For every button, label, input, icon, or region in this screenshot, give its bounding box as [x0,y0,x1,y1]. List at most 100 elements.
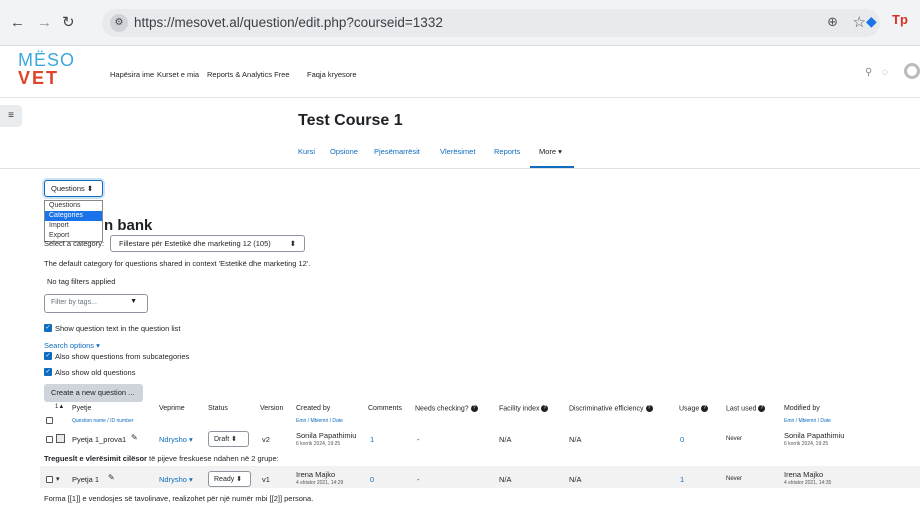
bookmark-star-icon[interactable]: ☆ [853,13,866,31]
column-needs-checking-label: Needs checking? [415,405,469,413]
question-type-icon [56,434,65,443]
url-text[interactable]: https://mesovet.al/question/edit.php?cou… [134,15,443,30]
edit-menu[interactable]: Ndrysho ▾ [159,475,193,484]
column-question[interactable]: Pyetje [72,405,91,412]
column-usage: Usage ? [679,405,709,412]
tag-filter-placeholder: Filter by tags... [51,299,97,306]
column-created-sub[interactable]: Emri / Mbiemri / Date [296,418,343,424]
last-used-value: Never [726,476,743,482]
needs-checking-value: - [417,475,420,484]
menu-option-questions[interactable]: Questions [45,201,102,211]
show-text-checkbox[interactable]: ✓ [44,324,52,332]
search-icon[interactable]: ⚲ [865,67,872,78]
tab-divider [0,168,920,169]
tab-grades[interactable]: Vlerësimet [440,147,475,156]
category-label: Select a category: [44,239,105,248]
question-bank-nav-value: Questions [51,184,85,193]
nav-link-my-courses[interactable]: Kurset e mia [157,70,199,79]
tag-filter-input[interactable]: Filter by tags... ▼ [44,294,148,313]
menu-option-import[interactable]: Import [45,221,102,231]
nav-link-dashboard[interactable]: Hapësira ime [110,70,154,79]
help-icon[interactable]: ? [645,405,653,412]
site-navbar: MËSO VET Hapësira ime Kurset e mia Repor… [0,47,920,98]
column-status[interactable]: Status [208,405,228,412]
help-icon[interactable]: ? [541,405,549,412]
category-description: The default category for questions share… [44,259,311,268]
column-last-used-label: Last used [726,405,757,413]
category-select[interactable]: Fillestare për Estetikë dhe marketing 12… [110,235,305,252]
facility-value: N/A [499,435,512,444]
subcategories-checkbox[interactable]: ✓ [44,352,52,360]
menu-option-categories[interactable]: Categories [45,211,102,221]
nav-link-home[interactable]: Faqja kryesore [307,70,357,79]
question-version: v1 [262,475,270,484]
drawer-toggle-icon[interactable]: ≡ [0,105,22,127]
subcategories-label: Also show questions from subcategories [55,352,190,361]
search-options-toggle[interactable]: Search options ▾ [44,341,100,350]
forward-arrow-icon[interactable]: → [37,15,52,31]
question-text-rest: të pijeve freskuese ndahen në 2 grupe: [146,454,279,463]
pencil-icon[interactable]: ✎ [108,473,115,482]
usage-count[interactable]: 0 [680,435,684,444]
tp-extension-icon[interactable]: Tp [892,12,908,27]
reload-icon[interactable]: ↻ [62,15,75,31]
usage-count[interactable]: 1 [680,475,684,484]
tab-more[interactable]: More ▾ [539,147,562,156]
tab-participants[interactable]: Pjesëmarrësit [374,147,420,156]
back-arrow-icon[interactable]: ← [10,15,25,31]
extension-icon[interactable]: ◆ [866,13,877,30]
status-select[interactable]: Draft ⬍ [208,431,249,447]
sort-indicator[interactable]: 1▲ [55,404,64,410]
facility-value: N/A [499,475,512,484]
browser-toolbar: ← → ↻ ⚙ https://mesovet.al/question/edit… [0,0,920,46]
show-text-label: Show question text in the question list [55,324,181,333]
nav-link-reports[interactable]: Reports & Analytics Free [207,70,290,79]
column-comments[interactable]: Comments [368,405,402,412]
creator-name: Irena Majko [296,470,336,479]
create-question-button[interactable]: Create a new question ... [44,384,143,402]
question-text: Tregueslt e vlerësimit cilësor të pijeve… [44,454,279,463]
select-all-checkbox[interactable] [46,417,53,424]
column-facility-label: Facility index [499,405,540,413]
notification-icon[interactable]: ◌ [882,67,888,78]
tab-course[interactable]: Kursi [298,147,315,156]
column-modified-sub[interactable]: Emri / Mbiemri / Date [784,418,831,424]
comments-count[interactable]: 1 [370,435,374,444]
row-checkbox[interactable] [46,476,53,483]
edit-menu[interactable]: Ndrysho ▾ [159,435,193,444]
column-created-by[interactable]: Created by [296,405,330,412]
zoom-icon[interactable]: ⊕ [827,14,838,30]
avatar[interactable] [904,63,920,79]
modifier-name: Irena Majko [784,470,824,479]
comments-count[interactable]: 0 [370,475,374,484]
chevron-updown-icon: ⬍ [86,184,94,193]
site-info-icon[interactable]: ⚙ [110,14,128,32]
question-bank-nav-select[interactable]: Questions ⬍ [44,180,103,197]
tab-active-indicator [530,166,574,168]
status-value: Draft [214,436,230,443]
pencil-icon[interactable]: ✎ [131,433,138,442]
column-modified-by[interactable]: Modified by [784,405,820,412]
tab-reports[interactable]: Reports [494,147,520,156]
discrimination-value: N/A [569,475,582,484]
tab-settings[interactable]: Opsione [330,147,358,156]
needs-checking-value: - [417,435,420,444]
help-icon[interactable]: ? [701,405,709,412]
question-text: Forma [[1]] e vendosjes së tavolinave, r… [44,494,314,503]
site-logo[interactable]: MËSO VET [18,51,78,93]
course-title: Test Course 1 [298,112,403,129]
column-version[interactable]: Version [260,405,283,412]
old-questions-checkbox[interactable]: ✓ [44,368,52,376]
address-bar[interactable]: ⚙ https://mesovet.al/question/edit.php?c… [102,9,880,37]
column-facility: Facility index ? [499,405,549,413]
column-question-sub[interactable]: Question name / ID number [72,418,133,424]
help-icon[interactable]: ? [470,405,478,412]
row-checkbox[interactable] [46,436,53,443]
modified-date: 4 shtator 2021, 14:35 [784,480,832,486]
help-icon[interactable]: ? [758,405,766,412]
last-used-value: Never [726,436,743,442]
status-select[interactable]: Ready ⬍ [208,471,251,487]
created-date: 6 korrik 2024, 19:25 [296,441,341,447]
chevron-updown-icon: ⬍ [231,436,237,443]
logo-top-text: MËSO [18,50,76,70]
